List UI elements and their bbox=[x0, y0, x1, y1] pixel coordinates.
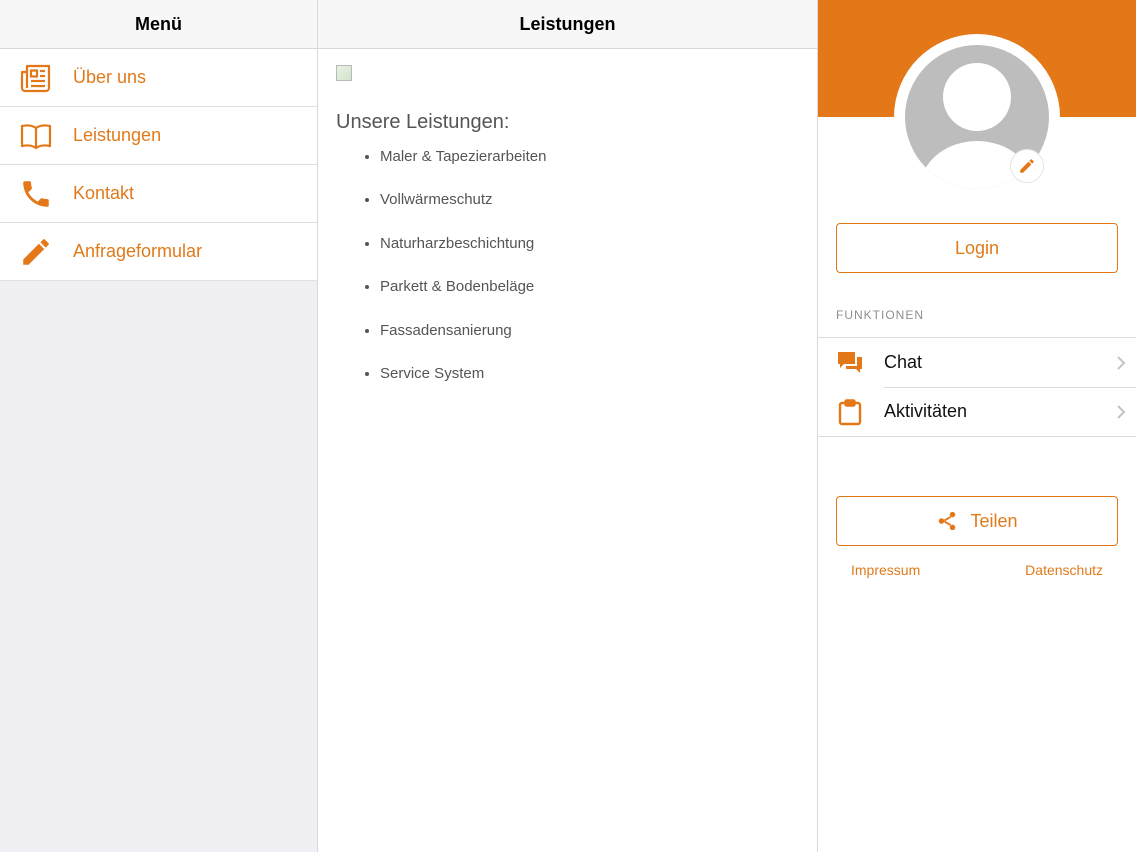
datenschutz-link[interactable]: Datenschutz bbox=[1025, 562, 1103, 578]
function-item-label: Chat bbox=[884, 352, 923, 372]
function-list: Chat Aktivitäten bbox=[818, 337, 1136, 437]
content-body: Unsere Leistungen: Maler & Tapezierarbei… bbox=[318, 49, 817, 424]
list-item: Service System bbox=[380, 365, 799, 408]
menu-item-label: Anfrageformular bbox=[73, 241, 203, 261]
service-list: Maler & Tapezierarbeiten Vollwärmeschutz… bbox=[336, 148, 799, 408]
menu-item-kontakt[interactable]: Kontakt bbox=[0, 165, 317, 223]
pencil-icon bbox=[0, 235, 73, 269]
menu-item-leistungen[interactable]: Leistungen bbox=[0, 107, 317, 165]
chevron-right-icon bbox=[1106, 404, 1136, 420]
list-item: Naturharzbeschichtung bbox=[380, 235, 799, 278]
menu-item-anfrageformular[interactable]: Anfrageformular bbox=[0, 223, 317, 281]
menu-item-label: Leistungen bbox=[73, 125, 162, 145]
menu-item-ueber-uns[interactable]: Über uns bbox=[0, 49, 317, 107]
content-pane: Leistungen Unsere Leistungen: Maler & Ta… bbox=[318, 0, 818, 852]
broken-image-icon bbox=[336, 65, 352, 81]
function-item-aktivitaeten[interactable]: Aktivitäten bbox=[818, 387, 1136, 436]
list-item: Fassadensanierung bbox=[380, 322, 799, 365]
list-item: Vollwärmeschutz bbox=[380, 191, 799, 234]
menu-pane: Menü Über uns Leistungen Kontakt Anfrage… bbox=[0, 0, 318, 852]
menu-title: Menü bbox=[0, 0, 317, 49]
edit-avatar-button[interactable] bbox=[1010, 149, 1044, 183]
list-item: Maler & Tapezierarbeiten bbox=[380, 148, 799, 191]
section-label: FUNKTIONEN bbox=[836, 308, 924, 322]
menu-list: Über uns Leistungen Kontakt Anfrageformu… bbox=[0, 49, 317, 281]
pencil-icon bbox=[1020, 159, 1034, 173]
menu-item-label: Über uns bbox=[73, 67, 147, 87]
share-button[interactable]: Teilen bbox=[836, 496, 1118, 546]
function-item-label: Aktivitäten bbox=[884, 401, 968, 421]
list-item: Parkett & Bodenbeläge bbox=[380, 278, 799, 321]
newspaper-icon bbox=[0, 61, 73, 95]
chevron-right-icon bbox=[1106, 355, 1136, 371]
login-button[interactable]: Login bbox=[836, 223, 1118, 273]
content-title: Leistungen bbox=[318, 0, 817, 49]
chat-icon bbox=[818, 349, 884, 377]
share-icon bbox=[939, 511, 956, 531]
menu-item-label: Kontakt bbox=[73, 183, 135, 203]
clipboard-icon bbox=[818, 398, 884, 426]
impressum-link[interactable]: Impressum bbox=[851, 562, 920, 578]
function-item-chat[interactable]: Chat bbox=[818, 338, 1136, 387]
book-icon bbox=[0, 119, 73, 153]
share-label: Teilen bbox=[970, 510, 1018, 531]
profile-pane: Login FUNKTIONEN Chat Aktivitäten Teilen… bbox=[818, 0, 1136, 852]
phone-icon bbox=[0, 177, 73, 211]
content-heading: Unsere Leistungen: bbox=[336, 111, 510, 133]
